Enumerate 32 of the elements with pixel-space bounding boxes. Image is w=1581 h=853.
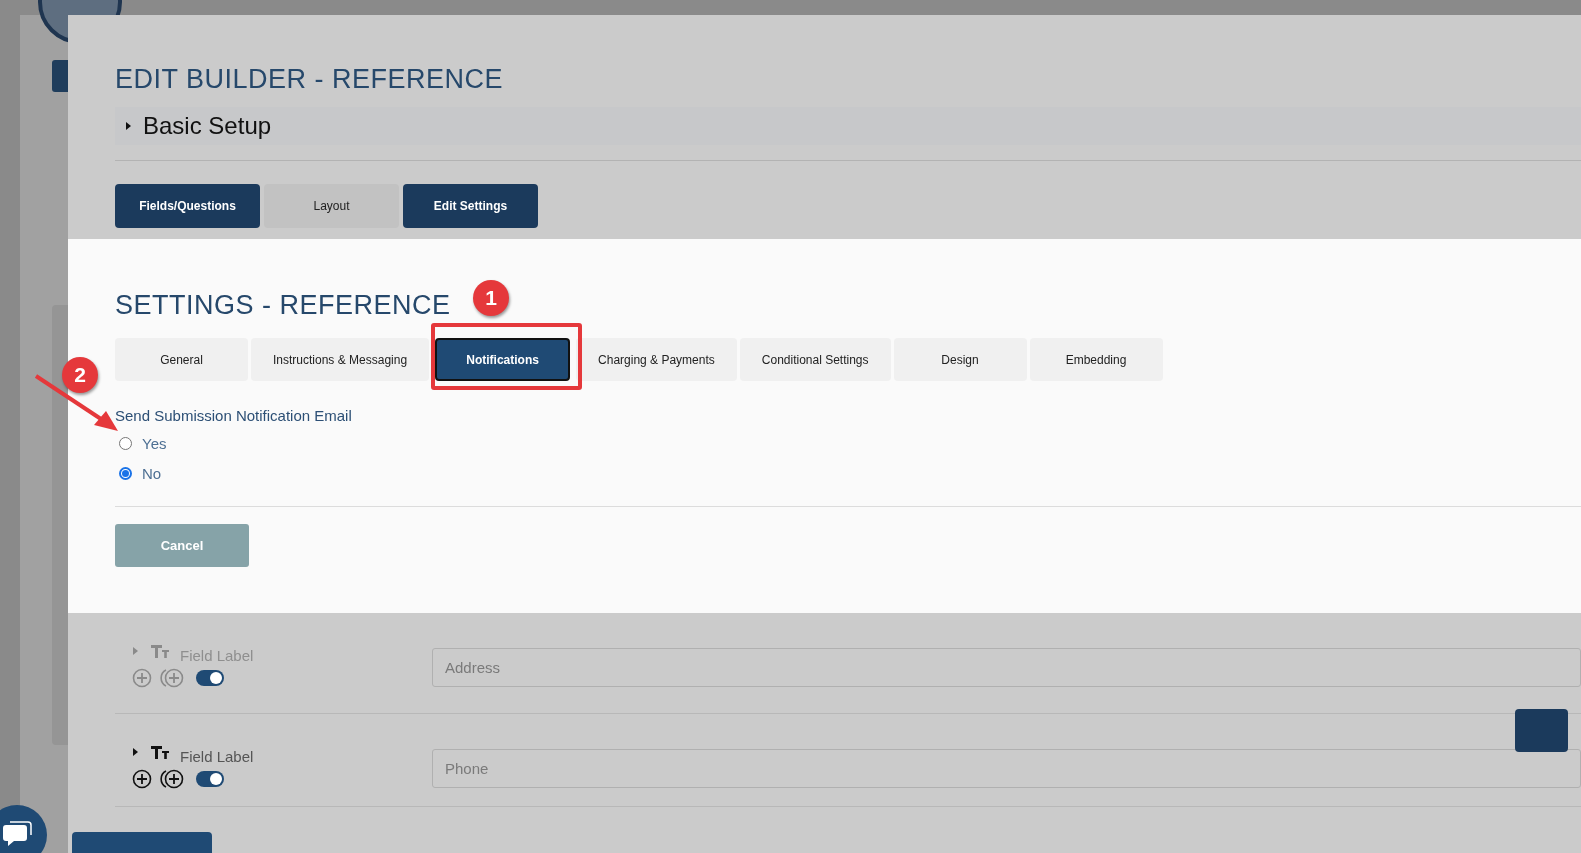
add-icon[interactable] xyxy=(160,769,184,789)
settings-title: SETTINGS - REFERENCE xyxy=(115,289,451,321)
tab[interactable]: Notifications xyxy=(435,338,571,381)
caret-icon[interactable] xyxy=(132,746,140,757)
tab[interactable]: Edit Settings xyxy=(403,184,538,228)
radio-button[interactable] xyxy=(119,466,132,480)
text-field[interactable]: Phone xyxy=(432,749,1581,788)
text-field[interactable]: Address xyxy=(432,648,1581,687)
radio-button[interactable] xyxy=(119,436,132,450)
section-toggle[interactable]: Basic Setup xyxy=(115,107,1581,145)
option-label: No xyxy=(142,464,162,482)
tab[interactable]: Embedding xyxy=(1029,338,1163,381)
question-label: Send Submission Notification Email xyxy=(115,407,353,424)
tab[interactable]: Layout xyxy=(264,184,399,228)
tab[interactable]: Fields/Questions xyxy=(115,184,260,228)
option-label: Yes xyxy=(142,434,167,452)
page-title: EDIT BUILDER - REFERENCE xyxy=(115,63,504,95)
caret-icon xyxy=(123,121,133,131)
chat-icon xyxy=(2,821,32,849)
tab[interactable]: Charging & Payments xyxy=(576,338,737,381)
text-size-icon xyxy=(150,743,170,760)
tab[interactable]: General xyxy=(115,338,248,381)
tab[interactable]: Conditional Settings xyxy=(739,338,891,381)
tab[interactable]: Design xyxy=(893,338,1027,381)
section-label: Basic Setup xyxy=(143,112,272,140)
field-label: Field Label xyxy=(180,748,254,765)
tab[interactable]: Instructions & Messaging xyxy=(251,338,430,381)
toggle-switch[interactable] xyxy=(196,670,224,686)
field-label: Field Label xyxy=(180,647,254,664)
text-size-icon xyxy=(150,642,170,659)
toggle-switch[interactable] xyxy=(196,771,224,787)
add-icon[interactable] xyxy=(132,769,152,789)
